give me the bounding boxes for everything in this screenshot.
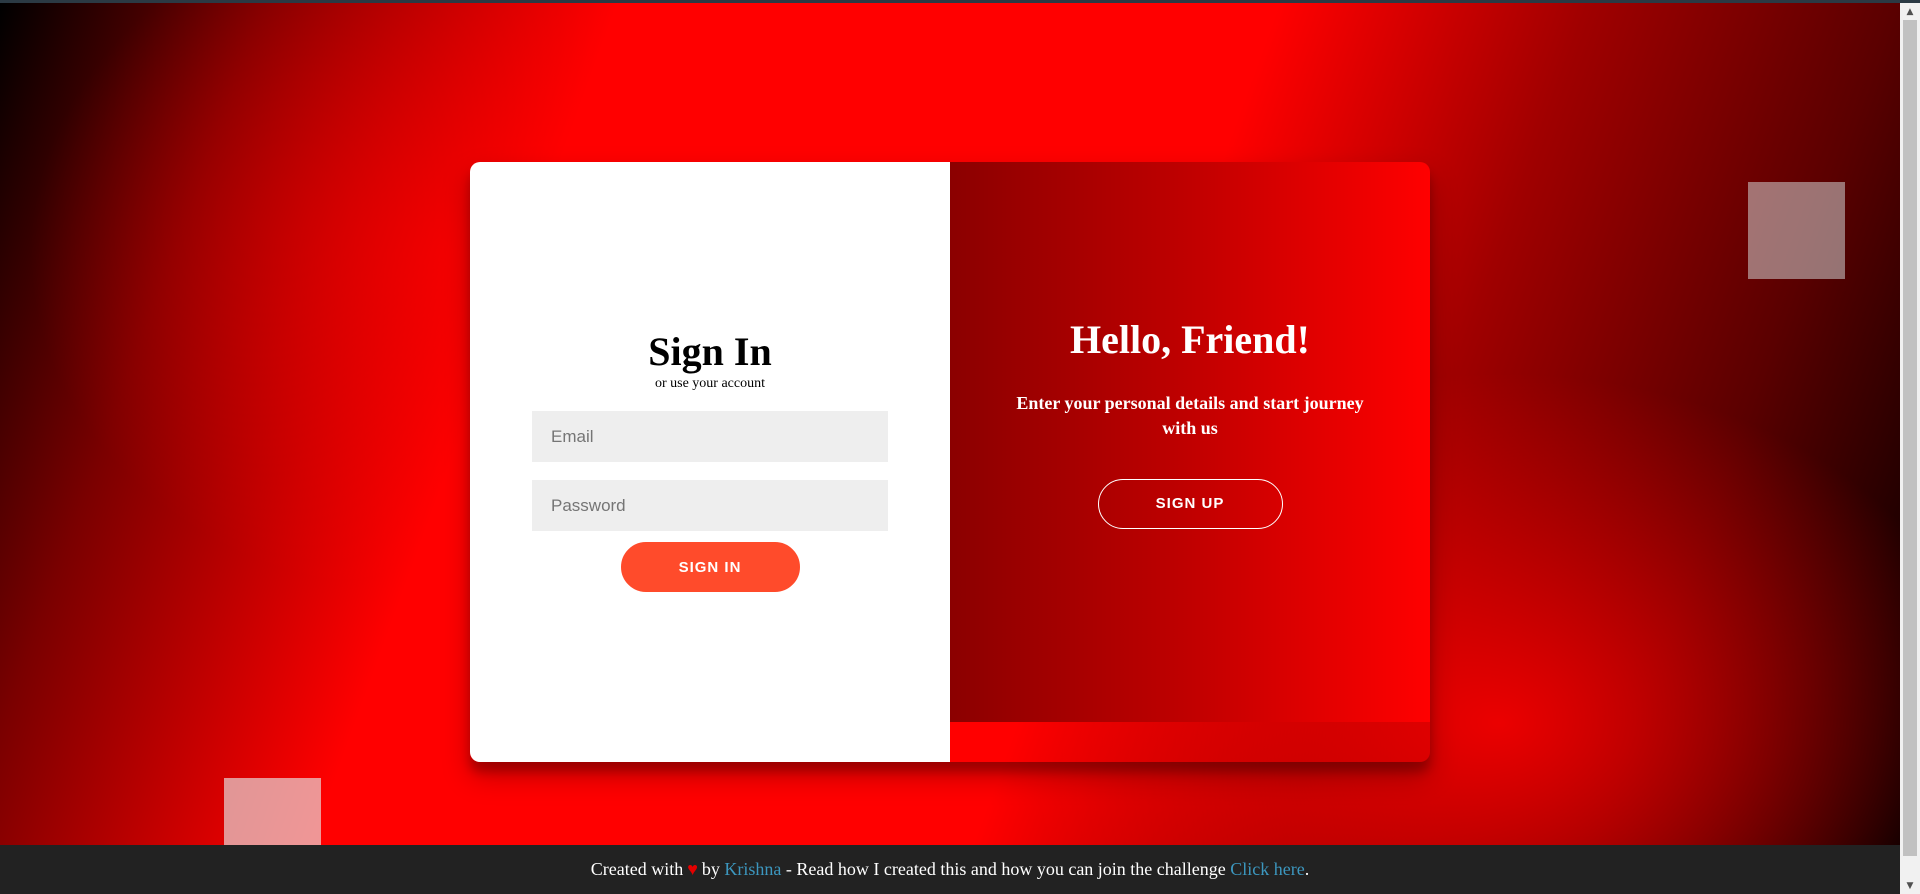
footer-by: by	[701, 859, 720, 879]
overlay-title: Hello, Friend!	[1070, 316, 1310, 362]
footer-prefix: Created with	[590, 859, 684, 879]
password-field[interactable]	[532, 480, 888, 531]
overlay-text: Enter your personal details and start jo…	[1016, 392, 1364, 438]
decorative-square-right	[1748, 182, 1845, 279]
footer: Created with ♥ by Krishna - Read how I c…	[0, 845, 1900, 894]
signin-subtitle: or use your account	[654, 376, 766, 391]
email-field[interactable]	[532, 411, 888, 462]
footer-suffix: .	[1304, 859, 1310, 879]
click-here-link[interactable]: Click here	[1230, 859, 1304, 880]
page-background: Sign In or use your account Sign In Hell…	[0, 3, 1900, 845]
footer-middle: - Read how I created this and how you ca…	[785, 859, 1226, 879]
auth-card: Sign In or use your account Sign In Hell…	[470, 162, 1430, 762]
scroll-up-arrow-icon[interactable]: ▲	[1900, 3, 1920, 20]
decorative-square-left	[224, 778, 321, 845]
author-link[interactable]: Krishna	[724, 859, 781, 880]
signup-button[interactable]: Sign Up	[1097, 478, 1283, 529]
signin-form: Sign In or use your account Sign In	[470, 162, 950, 762]
vertical-scrollbar[interactable]: ▲ ▼	[1900, 3, 1920, 894]
scroll-down-arrow-icon[interactable]: ▼	[1900, 877, 1920, 894]
heart-icon: ♥	[687, 859, 698, 879]
signin-button[interactable]: Sign In	[620, 542, 800, 592]
scrollbar-thumb[interactable]	[1903, 20, 1917, 856]
signin-title: Sign In	[648, 329, 772, 374]
overlay-panel: Hello, Friend! Enter your personal detai…	[950, 162, 1430, 722]
